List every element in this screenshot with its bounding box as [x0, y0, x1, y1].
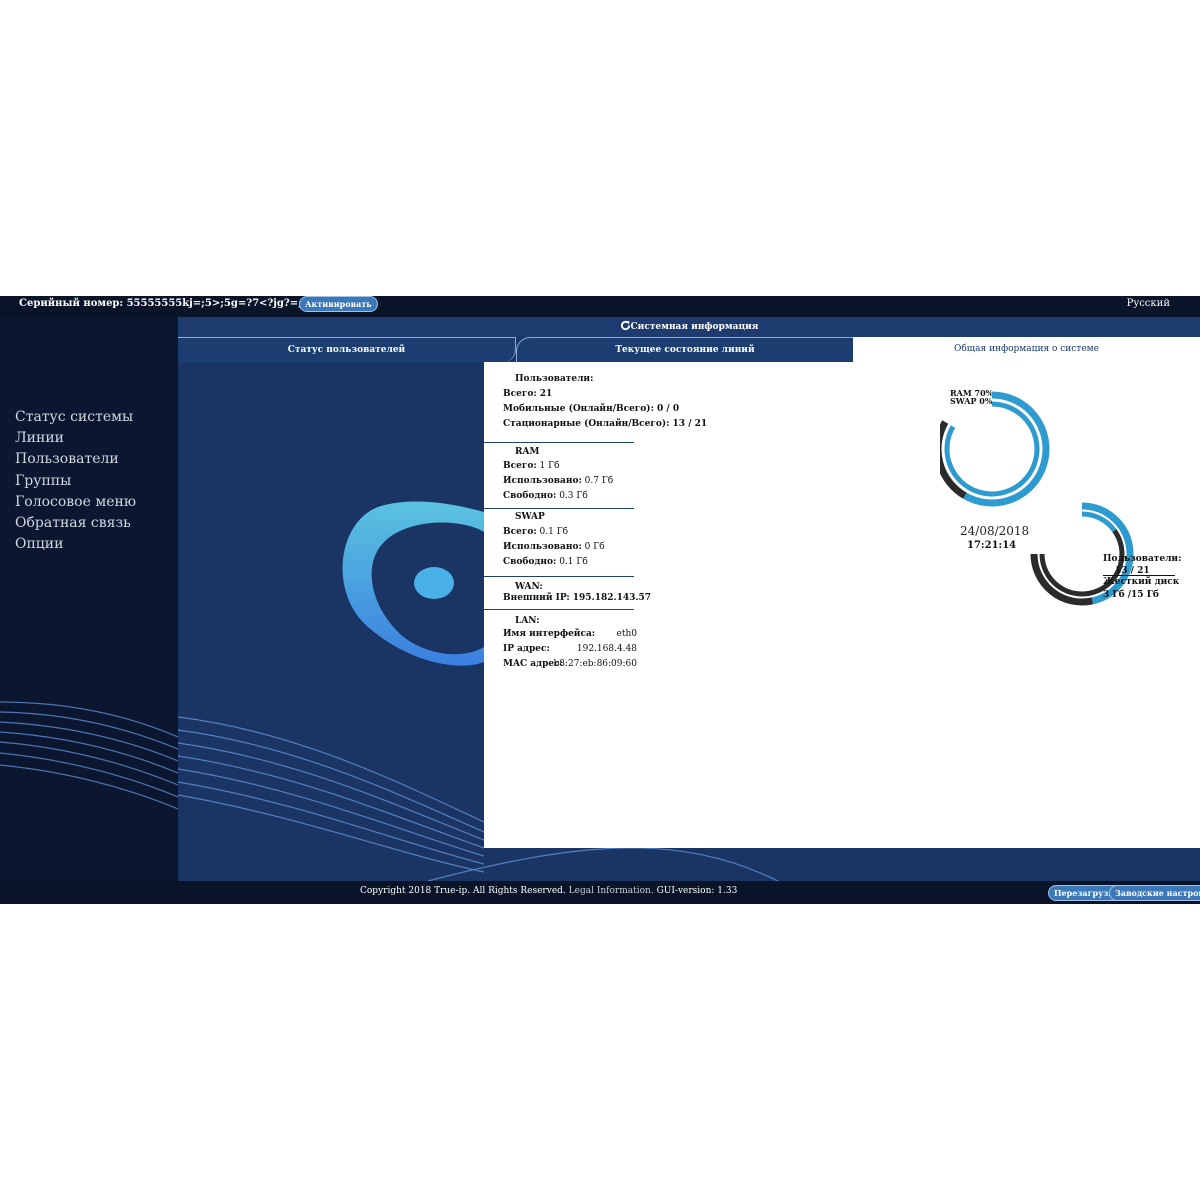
lan-ip-value: 192.168.4.48 [576, 644, 637, 654]
divider [484, 609, 634, 610]
tab-system-info[interactable]: Общая информация о системе [853, 337, 1200, 362]
system-info-content: Пользователи: Всего: 21 Мобильные (Онлай… [484, 362, 1200, 848]
app-window: Серийный номер: 55555555kj=;5>;5g=?7<?jg… [0, 296, 1200, 904]
language-selector[interactable]: Русский [1127, 298, 1170, 309]
ram-gauge-fill [963, 391, 1050, 507]
tab-bar: Статус пользователей Текущее состояние л… [178, 337, 1200, 363]
tab-line-status[interactable]: Текущее состояние линий [516, 337, 854, 363]
swap-title: SWAP [515, 512, 545, 522]
users-total: Всего: 21 [503, 389, 553, 399]
disk-gauge-label: Жесткий диск [1103, 577, 1180, 587]
lan-ip-label: IP адрес: [503, 644, 550, 654]
lan-iface-label: Имя интерфейса: [503, 629, 596, 639]
users-stationary: Стационарные (Онлайн/Всего): 13 / 21 [503, 419, 708, 429]
sidebar-item-lines[interactable]: Линии [15, 428, 136, 449]
swap-used: Использовано: 0 Гб [503, 542, 605, 552]
swap-gauge-fill [944, 401, 1040, 497]
copyright-text: Copyright 2018 True-ip. All Rights Reser… [360, 886, 738, 896]
sidebar: Статус системы Линии Пользователи Группы… [0, 317, 179, 881]
panel-title-text: Системная информация [630, 322, 759, 332]
sidebar-item-feedback[interactable]: Обратная связь [15, 513, 136, 534]
sidebar-item-options[interactable]: Опции [15, 534, 136, 555]
sidebar-item-system-status[interactable]: Статус системы [15, 407, 136, 428]
ram-gauge [940, 391, 1050, 507]
sidebar-wave-decoration [0, 701, 178, 810]
panel-title: Системная информация [178, 317, 1200, 337]
wan-title: WAN: [515, 582, 543, 592]
sidebar-nav: Статус системы Линии Пользователи Группы… [15, 407, 136, 555]
users-gauge-label: Пользователи: [1103, 554, 1182, 564]
footer: Copyright 2018 True-ip. All Rights Reser… [0, 881, 1200, 904]
ram-total: Всего: 1 Гб [503, 461, 560, 471]
divider [484, 508, 634, 509]
activate-button[interactable]: Активировать [299, 296, 378, 312]
users-title: Пользователи: [515, 374, 594, 384]
ram-free: Свободно: 0.3 Гб [503, 491, 588, 501]
divider [1103, 575, 1175, 576]
factory-reset-button[interactable]: Заводские настройки [1109, 885, 1200, 901]
tab-user-status[interactable]: Статус пользователей [178, 337, 516, 363]
lan-title: LAN: [515, 616, 540, 626]
lan-mac-value: b8:27:eb:86:09:60 [553, 659, 637, 669]
users-mobile: Мобильные (Онлайн/Всего): 0 / 0 [503, 404, 680, 414]
main-panel: Системная информация Статус пользователе… [178, 317, 1200, 881]
divider [484, 442, 634, 443]
ram-used: Использовано: 0.7 Гб [503, 476, 614, 486]
ram-title: RAM [515, 447, 540, 457]
sidebar-item-voice-menu[interactable]: Голосовое меню [15, 492, 136, 513]
sidebar-item-groups[interactable]: Группы [15, 471, 136, 492]
swap-total: Всего: 0.1 Гб [503, 527, 569, 537]
top-bar: Серийный номер: 55555555kj=;5>;5g=?7<?jg… [0, 296, 1200, 317]
swap-free: Свободно: 0.1 Гб [503, 557, 588, 567]
lan-iface-value: eth0 [616, 629, 637, 639]
disk-gauge-value: 3 Гб /15 Гб [1103, 590, 1159, 600]
date-display: 24/08/2018 [960, 524, 1030, 538]
swap-gauge [944, 401, 1040, 497]
gui-version: GUI-version: 1.33 [656, 886, 738, 896]
refresh-icon[interactable] [620, 320, 631, 331]
time-display: 17:21:14 [967, 540, 1017, 551]
legal-link[interactable]: Legal Information. [569, 886, 654, 896]
serial-number: Серийный номер: 55555555kj=;5>;5g=?7<?jg… [19, 298, 340, 309]
divider [484, 576, 634, 577]
sidebar-item-users[interactable]: Пользователи [15, 449, 136, 470]
wan-external-ip: Внешний IP: 195.182.143.57 [503, 593, 652, 603]
